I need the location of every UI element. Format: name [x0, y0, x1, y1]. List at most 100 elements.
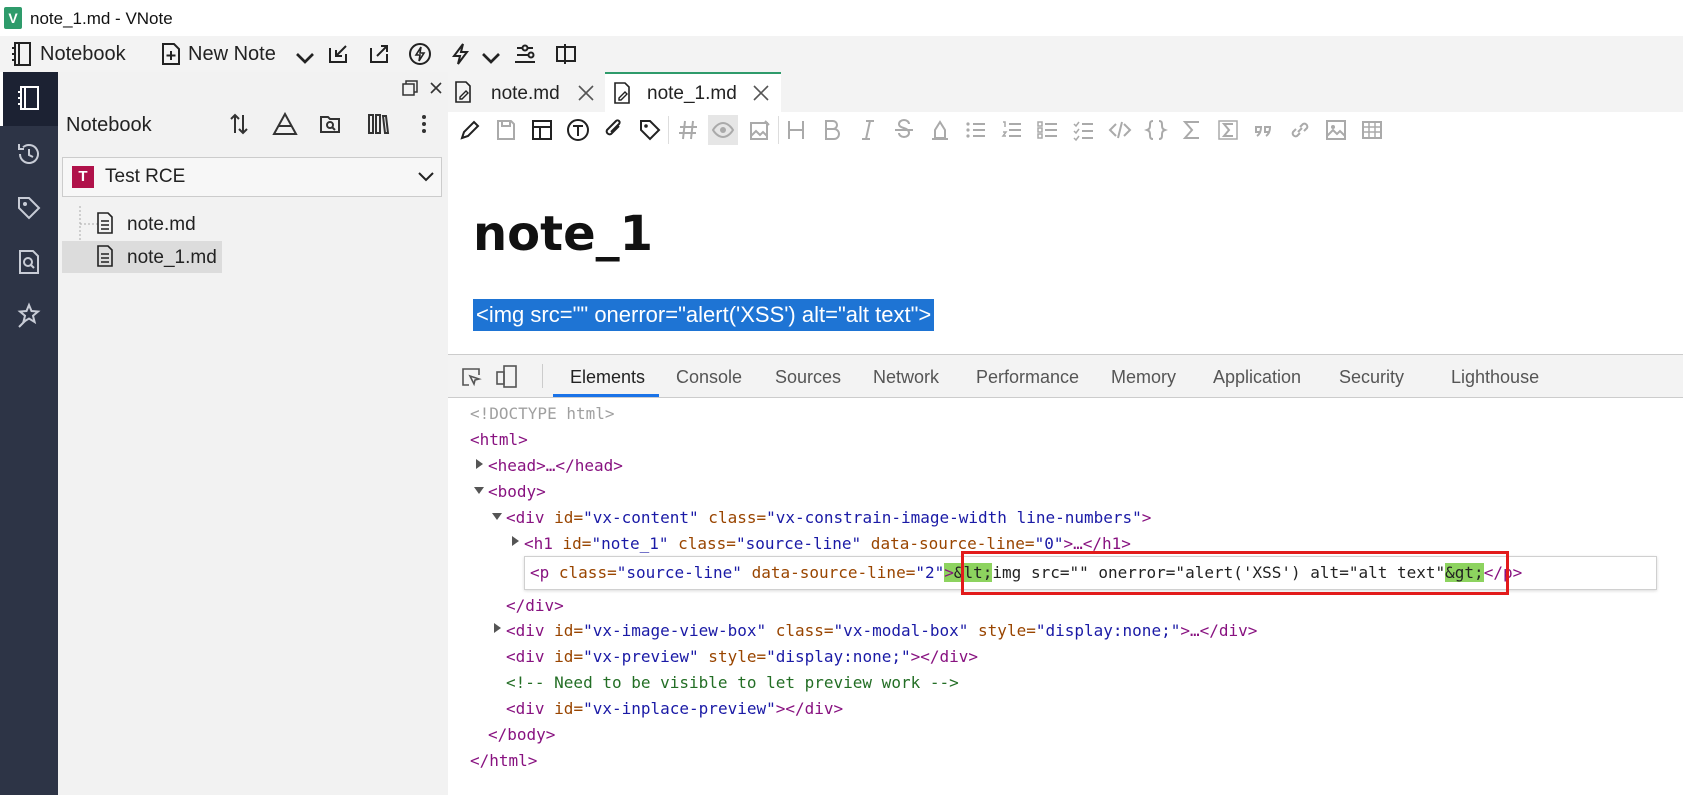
- dom-comment[interactable]: <!-- Need to be visible to let preview w…: [506, 673, 959, 692]
- history-icon[interactable]: [15, 140, 43, 168]
- devtools-tab-network[interactable]: Network: [873, 367, 939, 388]
- edit-document-icon: [614, 82, 630, 104]
- tag-icon[interactable]: [638, 118, 662, 142]
- dom-attr: style=: [698, 647, 767, 666]
- dom-head[interactable]: <head>…</head>: [488, 456, 623, 475]
- settings-sliders-icon[interactable]: [513, 42, 537, 66]
- math-block-icon[interactable]: [1216, 118, 1240, 142]
- notebook-structure-icon[interactable]: [272, 112, 298, 136]
- strikethrough-icon[interactable]: [892, 118, 916, 142]
- dom-attr: id=: [554, 508, 584, 527]
- export-icon[interactable]: [367, 42, 391, 66]
- devtools-tab-application[interactable]: Application: [1213, 367, 1301, 388]
- expand-arrow[interactable]: [494, 623, 501, 633]
- dom-html-open[interactable]: <html>: [470, 430, 528, 449]
- dom-div-close[interactable]: </div>: [506, 596, 564, 615]
- hashtag-icon[interactable]: [676, 118, 700, 142]
- dom-html-close[interactable]: </html>: [470, 751, 537, 770]
- magic-icon[interactable]: [15, 302, 43, 330]
- dom-attr: data-source-line=: [741, 563, 916, 582]
- title-bar: [0, 0, 1683, 36]
- library-icon[interactable]: [366, 112, 390, 136]
- quick-access-icon[interactable]: [408, 42, 432, 66]
- image-edit-icon[interactable]: [748, 118, 772, 142]
- edit-icon[interactable]: [458, 118, 482, 142]
- heading-icon[interactable]: [784, 118, 808, 142]
- chevron-down-icon[interactable]: [416, 168, 436, 186]
- save-icon[interactable]: [494, 118, 518, 142]
- dom-div-image-view-box[interactable]: <div id="vx-image-view-box" class="vx-mo…: [506, 621, 1257, 640]
- notebook-name: Test RCE: [105, 166, 186, 187]
- indent-list-icon[interactable]: [1036, 118, 1060, 142]
- collapse-arrow[interactable]: [474, 487, 484, 494]
- devtools-tab-lighthouse[interactable]: Lighthouse: [1451, 367, 1539, 388]
- dom-body-open[interactable]: <body>: [488, 482, 546, 501]
- dom-div-preview[interactable]: <div id="vx-preview" style="display:none…: [506, 647, 978, 666]
- devtools-tab-elements[interactable]: Elements: [570, 367, 645, 388]
- inspect-element-icon[interactable]: [460, 366, 482, 388]
- collapse-arrow[interactable]: [492, 513, 502, 520]
- devtools-tab-memory[interactable]: Memory: [1111, 367, 1176, 388]
- dom-body-close[interactable]: </body>: [488, 725, 555, 744]
- tree-item-note-1-md[interactable]: note_1.md: [96, 243, 236, 273]
- dom-div-vx-content[interactable]: <div id="vx-content" class="vx-constrain…: [506, 508, 1151, 527]
- bullet-list-icon[interactable]: [964, 118, 988, 142]
- bold-icon[interactable]: [820, 118, 844, 142]
- table-icon[interactable]: [1360, 118, 1384, 142]
- more-options-icon[interactable]: [418, 112, 430, 136]
- inline-math-icon[interactable]: [1180, 118, 1204, 142]
- image-icon[interactable]: [1324, 118, 1348, 142]
- tab-note-1-md[interactable]: note_1.md: [605, 72, 781, 113]
- checklist-icon[interactable]: [1072, 118, 1096, 142]
- devtools-active-tab-indicator: [553, 394, 659, 397]
- float-panel-icon[interactable]: [402, 80, 418, 96]
- dom-value: "2": [915, 563, 945, 582]
- notebook-icon[interactable]: [15, 84, 43, 112]
- dom-tag: <div: [506, 508, 555, 527]
- locate-icon[interactable]: [318, 112, 342, 136]
- close-panel-icon[interactable]: [428, 80, 444, 96]
- italic-icon[interactable]: [856, 118, 880, 142]
- view-mode-icon[interactable]: [530, 118, 554, 142]
- dom-doctype: <!DOCTYPE html>: [470, 404, 615, 423]
- dom-div-inplace-preview[interactable]: <div id="vx-inplace-preview"></div>: [506, 699, 843, 718]
- tab-label: note_1.md: [647, 83, 737, 104]
- flash-icon[interactable]: [449, 42, 473, 66]
- import-icon[interactable]: [326, 42, 350, 66]
- new-note-button[interactable]: New Note: [160, 36, 276, 72]
- devtools-tab-console[interactable]: Console: [676, 367, 742, 388]
- notebook-icon: [12, 42, 31, 66]
- dom-tag: ></div>: [775, 699, 844, 718]
- devtools-tab-sources[interactable]: Sources: [775, 367, 841, 388]
- split-layout-icon[interactable]: [554, 42, 578, 66]
- close-icon[interactable]: [752, 84, 770, 102]
- code-block-icon[interactable]: [1144, 118, 1168, 142]
- notebook-menu-button[interactable]: Notebook: [10, 36, 126, 72]
- preview-eye-icon[interactable]: [711, 118, 735, 142]
- expand-arrow[interactable]: [476, 459, 483, 469]
- numbered-list-icon[interactable]: [1000, 118, 1024, 142]
- tag-icon[interactable]: [15, 194, 43, 222]
- quote-icon[interactable]: [1252, 118, 1276, 142]
- dom-tag-highlighted: >: [944, 563, 954, 582]
- main-toolbar: Notebook New Note: [0, 36, 1683, 72]
- device-toolbar-icon[interactable]: [496, 365, 518, 389]
- text-format-icon[interactable]: [566, 118, 590, 142]
- devtools-tab-security[interactable]: Security: [1339, 367, 1404, 388]
- chevron-down-icon[interactable]: [293, 46, 317, 70]
- inline-code-icon[interactable]: [1108, 118, 1132, 142]
- tree-item-note-md[interactable]: note.md: [96, 210, 236, 240]
- chevron-down-icon[interactable]: [479, 46, 503, 70]
- attachment-icon[interactable]: [602, 118, 626, 142]
- tab-note-md[interactable]: note.md: [448, 72, 605, 112]
- dom-attr: class=: [558, 563, 617, 582]
- search-icon[interactable]: [15, 248, 43, 276]
- sort-icon[interactable]: [227, 112, 251, 136]
- note-paragraph-selected[interactable]: <img src="" onerror="alert('XSS') alt="a…: [473, 299, 935, 331]
- highlight-icon[interactable]: [928, 118, 952, 142]
- devtools-tab-performance[interactable]: Performance: [976, 367, 1079, 388]
- toolbar-divider: [668, 116, 669, 144]
- close-icon[interactable]: [577, 84, 595, 102]
- expand-arrow[interactable]: [512, 536, 519, 546]
- link-icon[interactable]: [1288, 118, 1312, 142]
